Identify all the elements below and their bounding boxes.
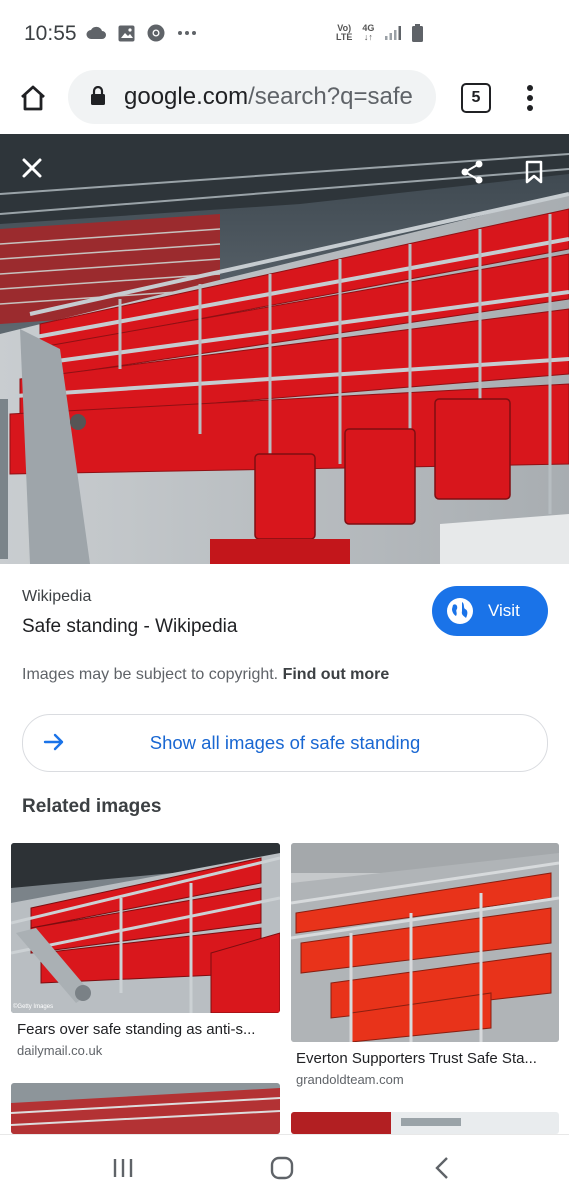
related-image-3-picture [11,1083,280,1134]
close-icon [22,158,42,178]
status-icons-left [86,24,197,42]
save-bookmark-button[interactable] [514,152,554,192]
browser-toolbar: google.com/search?q=safe 5 [0,68,569,134]
chrome-icon [147,24,165,42]
battery-icon [412,24,424,42]
data-bottom: ↓↑ [363,32,373,42]
preview-image[interactable] [0,134,569,564]
home-nav-icon [270,1156,294,1180]
back-icon [435,1157,448,1179]
overflow-menu-button[interactable] [520,82,540,114]
related-image-1-source: dailymail.co.uk [17,1043,103,1058]
image-icon [118,25,135,41]
system-navigation-bar [0,1134,569,1201]
home-button[interactable] [18,83,52,117]
visit-button[interactable]: Visit [432,586,548,636]
watermark-text: ©Getty Images [13,1004,54,1010]
home-icon [21,85,45,111]
data-indicator: 4G ↓↑ [362,24,374,42]
related-image-2-source: grandoldteam.com [296,1072,404,1087]
more-dots-icon [178,31,196,35]
home-nav-button[interactable] [267,1153,297,1183]
status-bar: 10:55 Vo) LTE 4G ↓↑ [0,0,569,68]
related-image-2-picture [291,843,559,1042]
volte-indicator: Vo) LTE [336,24,352,42]
url-text: google.com/search?q=safe [124,83,413,111]
address-bar[interactable]: google.com/search?q=safe [68,70,436,124]
related-image-4[interactable] [291,1112,559,1134]
status-time: 10:55 [24,22,77,45]
share-icon [461,160,483,184]
recent-apps-button[interactable] [108,1153,138,1183]
show-all-label: Show all images of safe standing [149,732,421,753]
close-viewer-button[interactable] [12,148,52,188]
related-image-1[interactable]: ©Getty Images [11,843,280,1013]
result-title[interactable]: Safe standing - Wikipedia [22,616,237,638]
bookmark-icon [525,160,543,184]
share-button[interactable] [452,152,492,192]
related-image-3[interactable] [11,1083,280,1134]
related-image-2-title[interactable]: Everton Supporters Trust Safe Sta... [296,1050,552,1067]
copyright-notice: Images may be subject to copyright. Find… [22,666,389,684]
status-icons-right: Vo) LTE 4G ↓↑ [336,24,424,42]
lock-icon [91,86,105,105]
related-images-heading: Related images [22,796,162,817]
vertical-dots-icon [527,85,533,111]
tab-switcher-button[interactable]: 5 [461,83,491,113]
find-out-more-link[interactable]: Find out more [283,666,390,683]
url-path: /search?q=safe [248,83,413,110]
copyright-text: Images may be subject to copyright. [22,666,279,683]
source-name: Wikipedia [22,588,92,605]
visit-label: Visit [488,601,520,620]
show-all-images-button[interactable]: Show all images of safe standing [22,714,548,772]
related-image-4-picture [291,1112,559,1134]
signal-icon [385,26,402,40]
related-image-1-picture [11,843,280,1013]
recent-apps-icon [113,1159,133,1177]
cloud-icon [86,26,106,39]
related-image-1-title[interactable]: Fears over safe standing as anti-s... [17,1021,273,1038]
stadium-seats-image [0,134,569,564]
back-button[interactable] [427,1153,457,1183]
url-domain: google.com [124,83,249,110]
related-image-2[interactable] [291,843,559,1042]
globe-icon [447,598,473,624]
volte-bottom: LTE [336,32,353,42]
